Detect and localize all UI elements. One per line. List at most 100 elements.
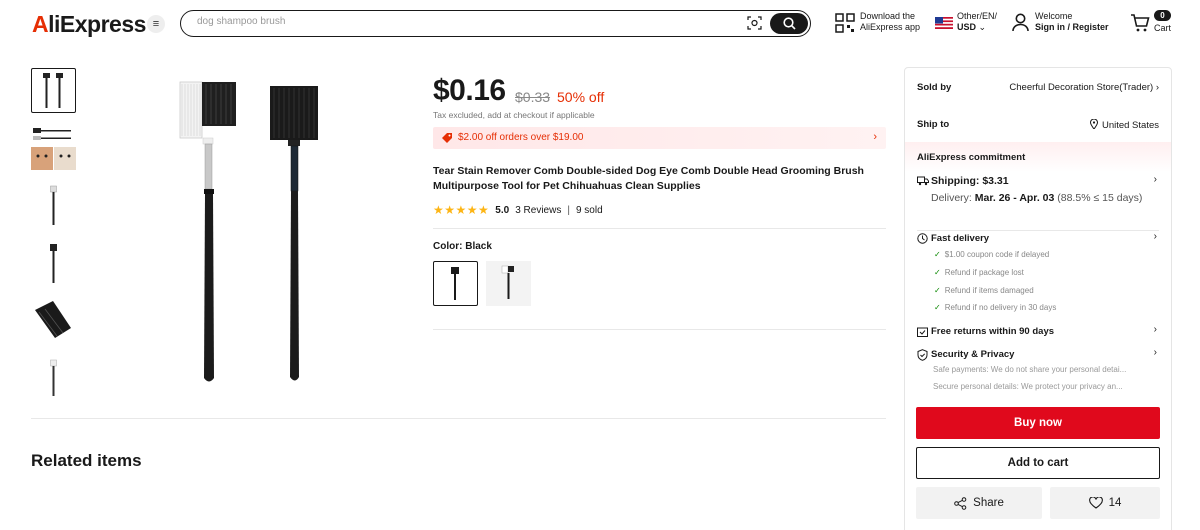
white-brush-swatch-image bbox=[501, 265, 514, 299]
divider bbox=[433, 329, 886, 330]
fast-item-text: Refund if no delivery in 30 days bbox=[944, 303, 1057, 312]
security-line: Safe payments: We do not share your pers… bbox=[933, 365, 1127, 374]
region-selector[interactable]: Other/EN/ USD ⌄ bbox=[957, 11, 997, 33]
dogs-thumb-image bbox=[31, 128, 76, 170]
fast-item-text: $1.00 coupon code if delayed bbox=[944, 250, 1050, 259]
brush-thumb-image bbox=[50, 185, 57, 225]
main-product-image bbox=[179, 81, 318, 382]
purchase-panel: Sold by Cheerful Decoration Store(Trader… bbox=[904, 67, 1172, 530]
current-price: $0.16 bbox=[433, 74, 506, 107]
shipping-cost[interactable]: Shipping: $3.31 bbox=[931, 175, 1009, 187]
star-rating-icon: ★★★★★ bbox=[433, 203, 490, 217]
sold-count: 9 sold bbox=[575, 204, 603, 216]
color-label: Color: Black bbox=[433, 241, 492, 252]
rating-row[interactable]: ★★★★★ 5.0 3 Reviews | 9 sold bbox=[433, 203, 603, 217]
header: AliExpress ≡ Download the AliExpress app bbox=[0, 0, 1200, 48]
thumbnail-1[interactable] bbox=[31, 68, 76, 113]
search-button[interactable] bbox=[770, 12, 808, 34]
coupon-banner[interactable]: $2.00 off orders over $19.00 › bbox=[433, 127, 886, 149]
thumbnail-6[interactable] bbox=[31, 355, 76, 400]
divider bbox=[917, 230, 1159, 231]
divider bbox=[31, 418, 886, 419]
tax-note: Tax excluded, add at checkout if applica… bbox=[433, 110, 595, 120]
return-box-icon bbox=[917, 327, 928, 337]
chevron-right-icon[interactable]: › bbox=[1154, 231, 1157, 242]
reviews-link[interactable]: 3 Reviews bbox=[515, 205, 561, 216]
cart-icon[interactable] bbox=[1130, 14, 1150, 32]
buy-now-button[interactable]: Buy now bbox=[916, 407, 1160, 439]
comb-closeup-thumb-image bbox=[35, 301, 71, 338]
delivery-rate: (88.5% ≤ 15 days) bbox=[1054, 192, 1143, 204]
check-icon: ✓ bbox=[934, 303, 941, 312]
security-privacy-title[interactable]: Security & Privacy bbox=[931, 349, 1014, 360]
chevron-right-icon[interactable]: › bbox=[1154, 324, 1157, 335]
ship-to-selector[interactable]: United States bbox=[1089, 118, 1159, 131]
user-icon[interactable] bbox=[1012, 13, 1029, 32]
store-link[interactable]: Cheerful Decoration Store(Trader) › bbox=[1009, 82, 1159, 93]
separator: | bbox=[567, 204, 570, 216]
delivery-dates: Mar. 26 - Apr. 03 bbox=[974, 192, 1055, 204]
us-flag-icon bbox=[935, 17, 953, 29]
cart-label[interactable]: Cart bbox=[1154, 23, 1171, 34]
wishlist-button[interactable]: 14 bbox=[1050, 487, 1160, 519]
thumbnail-2[interactable] bbox=[31, 125, 76, 170]
sign-in-register: Sign in / Register bbox=[1035, 22, 1109, 32]
app-line2: AliExpress app bbox=[860, 22, 921, 32]
check-icon: ✓ bbox=[934, 268, 941, 277]
color-swatch-white[interactable] bbox=[486, 261, 531, 306]
add-to-cart-button[interactable]: Add to cart bbox=[916, 447, 1160, 479]
heart-icon bbox=[1088, 497, 1103, 509]
delivery-prefix: Delivery: bbox=[931, 192, 975, 204]
currency-label: USD bbox=[957, 22, 977, 32]
cart-count-badge: 0 bbox=[1154, 10, 1171, 21]
fast-item-text: Refund if items damaged bbox=[944, 286, 1034, 295]
download-app-link[interactable]: Download the AliExpress app bbox=[860, 11, 920, 33]
fast-delivery-item: ✓ Refund if no delivery in 30 days bbox=[934, 303, 1056, 312]
share-button[interactable]: Share bbox=[916, 487, 1042, 519]
delivery-estimate: Delivery: Mar. 26 - Apr. 03 (88.5% ≤ 15 … bbox=[931, 192, 1142, 204]
menu-icon[interactable]: ≡ bbox=[147, 15, 165, 33]
qr-code-icon[interactable] bbox=[835, 13, 855, 33]
fast-delivery-item: ✓ Refund if items damaged bbox=[934, 286, 1034, 295]
fast-delivery-title[interactable]: Fast delivery bbox=[931, 233, 989, 244]
share-label: Share bbox=[973, 497, 1004, 509]
truck-icon bbox=[917, 176, 929, 186]
account-link[interactable]: Welcome Sign in / Register bbox=[1035, 11, 1109, 33]
security-line: Secure personal details: We protect your… bbox=[933, 382, 1123, 391]
thumbnail-4[interactable] bbox=[31, 240, 76, 285]
app-line1: Download the bbox=[860, 11, 916, 21]
fast-delivery-item: ✓ Refund if package lost bbox=[934, 268, 1024, 277]
brush-thumb-image bbox=[50, 244, 57, 283]
original-price: $0.33 bbox=[515, 89, 551, 105]
chevron-down-icon: ⌄ bbox=[978, 22, 987, 32]
share-icon bbox=[954, 496, 967, 510]
product-title: Tear Stain Remover Comb Double-sided Dog… bbox=[433, 165, 864, 192]
sold-by-label: Sold by bbox=[917, 82, 952, 93]
region-line1: Other/EN/ bbox=[957, 11, 998, 21]
free-returns-title[interactable]: Free returns within 90 days bbox=[931, 326, 1054, 337]
thumbnail-5[interactable] bbox=[31, 298, 76, 343]
location-pin-icon bbox=[1089, 118, 1098, 130]
store-name: Cheerful Decoration Store(Trader) bbox=[1009, 82, 1154, 93]
search-input[interactable] bbox=[197, 16, 717, 27]
product-thumb-image bbox=[43, 73, 63, 108]
wishlist-count: 14 bbox=[1108, 497, 1122, 509]
color-swatch-black[interactable] bbox=[433, 261, 478, 306]
commitment-title: AliExpress commitment bbox=[917, 152, 1026, 163]
coupon-text: $2.00 off orders over $19.00 bbox=[458, 132, 584, 143]
discount-badge: 50% off bbox=[557, 89, 605, 105]
thumbnail-3[interactable] bbox=[31, 182, 76, 227]
aliexpress-logo[interactable]: AliExpress bbox=[32, 11, 146, 38]
chevron-right-icon[interactable]: › bbox=[1154, 347, 1157, 358]
divider bbox=[433, 228, 886, 229]
fast-item-text: Refund if package lost bbox=[944, 268, 1024, 277]
chevron-right-icon: › bbox=[873, 131, 877, 143]
ship-to-label: Ship to bbox=[917, 119, 950, 130]
chevron-right-icon: › bbox=[1155, 82, 1159, 93]
ship-to-country: United States bbox=[1101, 120, 1159, 131]
chevron-right-icon[interactable]: › bbox=[1154, 174, 1157, 185]
camera-search-icon[interactable] bbox=[747, 16, 762, 30]
check-icon: ✓ bbox=[934, 250, 941, 259]
check-icon: ✓ bbox=[934, 286, 941, 295]
black-brush-swatch-image bbox=[451, 267, 459, 300]
